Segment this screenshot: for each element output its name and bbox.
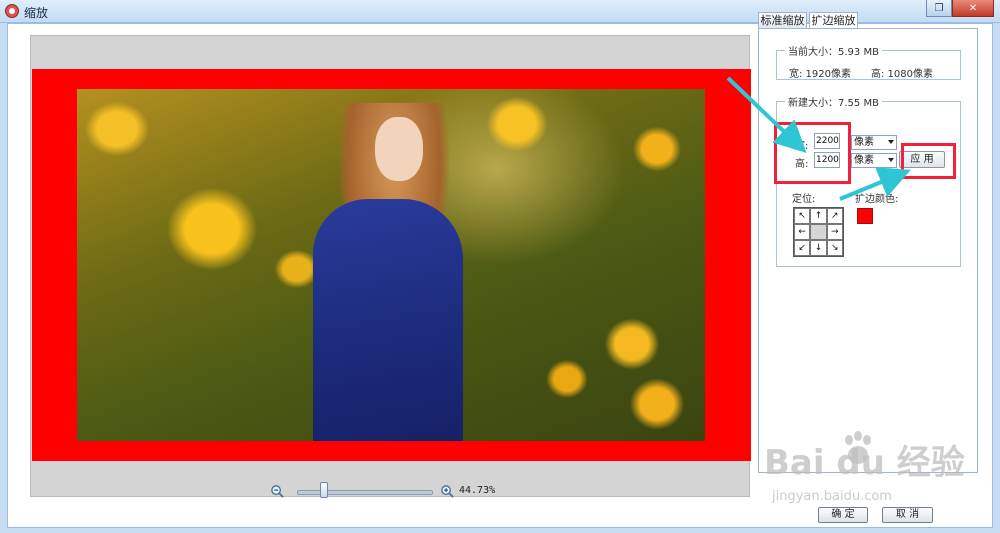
watermark-text: Bai du 经验 xyxy=(764,443,965,483)
current-height-text: 高: 1080像素 xyxy=(871,69,933,80)
photo-face xyxy=(375,117,423,181)
width-unit-value: 像素 xyxy=(854,137,874,148)
anchor-top-right[interactable]: ↗ xyxy=(826,208,843,224)
anchor-center[interactable] xyxy=(810,224,827,240)
close-icon[interactable]: ✕ xyxy=(952,0,994,17)
anchor-bottom-right[interactable]: ↘ xyxy=(826,240,843,256)
tab-standard-scale[interactable]: 标准缩放 xyxy=(758,12,807,28)
zoom-in-icon[interactable] xyxy=(440,484,455,499)
image-preview xyxy=(30,35,751,497)
window-controls: ❐ ✕ xyxy=(926,0,994,17)
anchor-right[interactable]: → xyxy=(826,224,843,240)
anchor-bottom-left[interactable]: ↙ xyxy=(794,240,811,256)
anchor-top[interactable]: ↑ xyxy=(810,208,827,224)
app-icon xyxy=(5,4,19,18)
current-size-legend: 当前大小：5.93 MB xyxy=(785,43,882,58)
current-size-group: 当前大小：5.93 MB 宽: 1920像素 高: 1080像素 xyxy=(776,43,961,80)
extend-color-swatch[interactable] xyxy=(857,208,873,224)
new-size-legend: 新建大小：7.55 MB xyxy=(785,94,882,109)
watermark-url: jingyan.baidu.com xyxy=(772,489,892,504)
anchor-left[interactable]: ← xyxy=(794,224,811,240)
anchor-bottom[interactable]: ↓ xyxy=(810,240,827,256)
zoom-slider-track[interactable] xyxy=(297,490,433,495)
anchor-grid: ↖ ↑ ↗ ← → ↙ ↓ ↘ xyxy=(793,207,844,257)
annotation-box-size-fields xyxy=(774,122,851,184)
photo-dress xyxy=(313,199,463,441)
anchor-label: 定位: xyxy=(792,194,816,205)
zoom-out-icon[interactable] xyxy=(270,484,285,499)
height-unit-value: 像素 xyxy=(854,155,874,166)
chevron-down-icon xyxy=(888,158,894,162)
height-unit-select[interactable]: 像素 xyxy=(851,153,897,168)
cancel-button[interactable]: 取 消 xyxy=(882,507,933,523)
ok-button[interactable]: 确 定 xyxy=(818,507,868,523)
restore-icon[interactable]: ❐ xyxy=(926,0,952,17)
preview-photo xyxy=(77,89,705,441)
current-width-text: 宽: 1920像素 xyxy=(789,69,851,80)
extended-canvas xyxy=(32,69,751,461)
width-unit-select[interactable]: 像素 xyxy=(851,135,897,150)
zoom-slider-thumb[interactable] xyxy=(319,482,328,498)
chevron-down-icon xyxy=(888,140,894,144)
annotation-box-apply xyxy=(901,143,956,179)
extend-color-label: 扩边颜色: xyxy=(855,194,899,205)
anchor-top-left[interactable]: ↖ xyxy=(794,208,811,224)
zoom-level: 44.73% xyxy=(459,485,496,496)
window-title: 缩放 xyxy=(24,6,49,20)
tab-panel: 当前大小：5.93 MB 宽: 1920像素 高: 1080像素 新建大小：7.… xyxy=(758,28,978,473)
tab-extend-scale[interactable]: 扩边缩放 xyxy=(809,12,858,29)
